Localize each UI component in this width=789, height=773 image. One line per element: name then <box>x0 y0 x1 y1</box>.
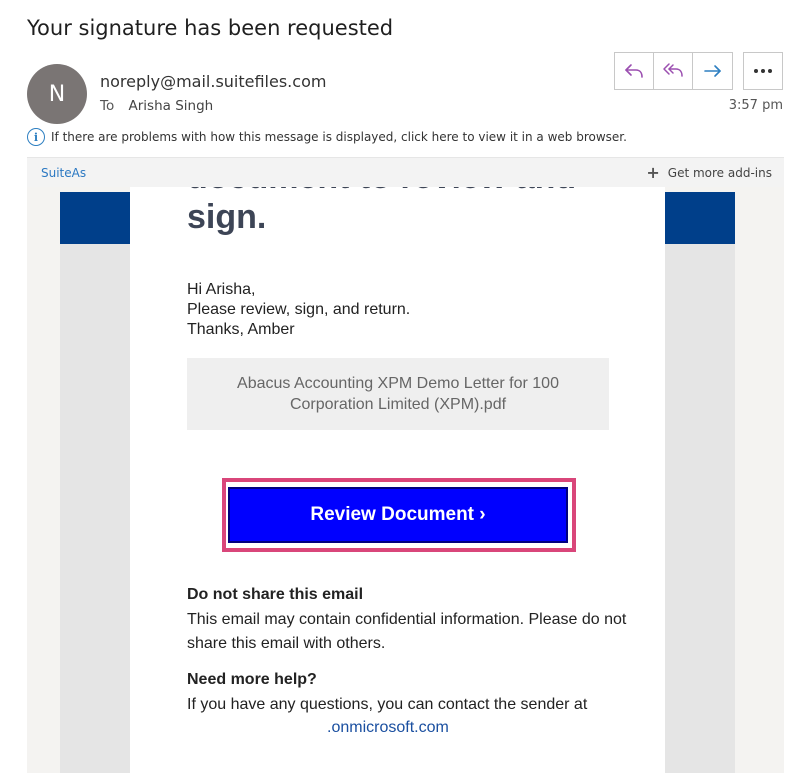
forward-icon <box>703 65 721 77</box>
document-name-box: Abacus Accounting XPM Demo Letter for 10… <box>187 358 609 430</box>
help-text: If you have any questions, you can conta… <box>187 696 588 713</box>
message-line: Please review, sign, and return. <box>187 301 411 318</box>
email-reading-pane: Your signature has been requested N nore… <box>0 0 789 773</box>
display-problem-text[interactable]: If there are problems with how this mess… <box>51 130 627 144</box>
plus-icon: + <box>646 163 660 182</box>
reply-icon <box>625 64 643 78</box>
email-body: document to review and sign. Hi Arisha, … <box>27 187 784 773</box>
recipient-line: To Arisha Singh <box>100 98 213 114</box>
email-headline: document to review and sign. <box>187 187 647 237</box>
greeting-line: Hi Arisha, <box>187 281 256 298</box>
sender-address[interactable]: noreply@mail.suitefiles.com <box>100 72 326 91</box>
email-content-card: document to review and sign. Hi Arisha, … <box>130 187 665 773</box>
message-text: Hi Arisha, Please review, sign, and retu… <box>187 280 410 340</box>
to-label: To <box>100 98 115 114</box>
headline-line-1: document to review and <box>187 187 647 197</box>
headline-line-2: sign. <box>187 198 267 236</box>
share-warning-text: This email may contain confidential info… <box>187 611 627 652</box>
recipient-name[interactable]: Arisha Singh <box>129 98 214 114</box>
help-title: Need more help? <box>187 671 317 688</box>
gutter-left <box>60 244 130 773</box>
share-warning-title: Do not share this email <box>187 586 364 603</box>
header-band-left <box>60 192 130 244</box>
reply-all-icon <box>663 63 683 77</box>
addin-suiteas[interactable]: SuiteAs <box>41 166 86 180</box>
document-name: Abacus Accounting XPM Demo Letter for 10… <box>237 375 559 413</box>
received-time: 3:57 pm <box>728 98 783 113</box>
addin-bar: SuiteAs + Get more add-ins <box>27 157 784 187</box>
reply-all-button[interactable] <box>654 53 693 89</box>
display-problem-notice[interactable]: i If there are problems with how this me… <box>27 128 627 146</box>
signoff-line: Thanks, Amber <box>187 321 295 338</box>
forward-button[interactable] <box>693 53 732 89</box>
sender-contact-link[interactable]: .onmicrosoft.com <box>327 719 449 737</box>
get-more-addins-label: Get more add-ins <box>667 165 772 180</box>
header-band-right <box>665 192 735 244</box>
gutter-right <box>665 244 735 773</box>
sender-avatar: N <box>27 64 87 124</box>
review-document-button[interactable]: Review Document › <box>228 487 568 543</box>
info-icon: i <box>27 128 45 146</box>
more-options-icon <box>754 69 772 73</box>
message-actions <box>614 52 733 90</box>
reply-button[interactable] <box>615 53 654 89</box>
more-options-button[interactable] <box>743 52 783 90</box>
email-subject: Your signature has been requested <box>27 16 394 40</box>
get-more-addins-button[interactable]: + Get more add-ins <box>646 163 772 182</box>
